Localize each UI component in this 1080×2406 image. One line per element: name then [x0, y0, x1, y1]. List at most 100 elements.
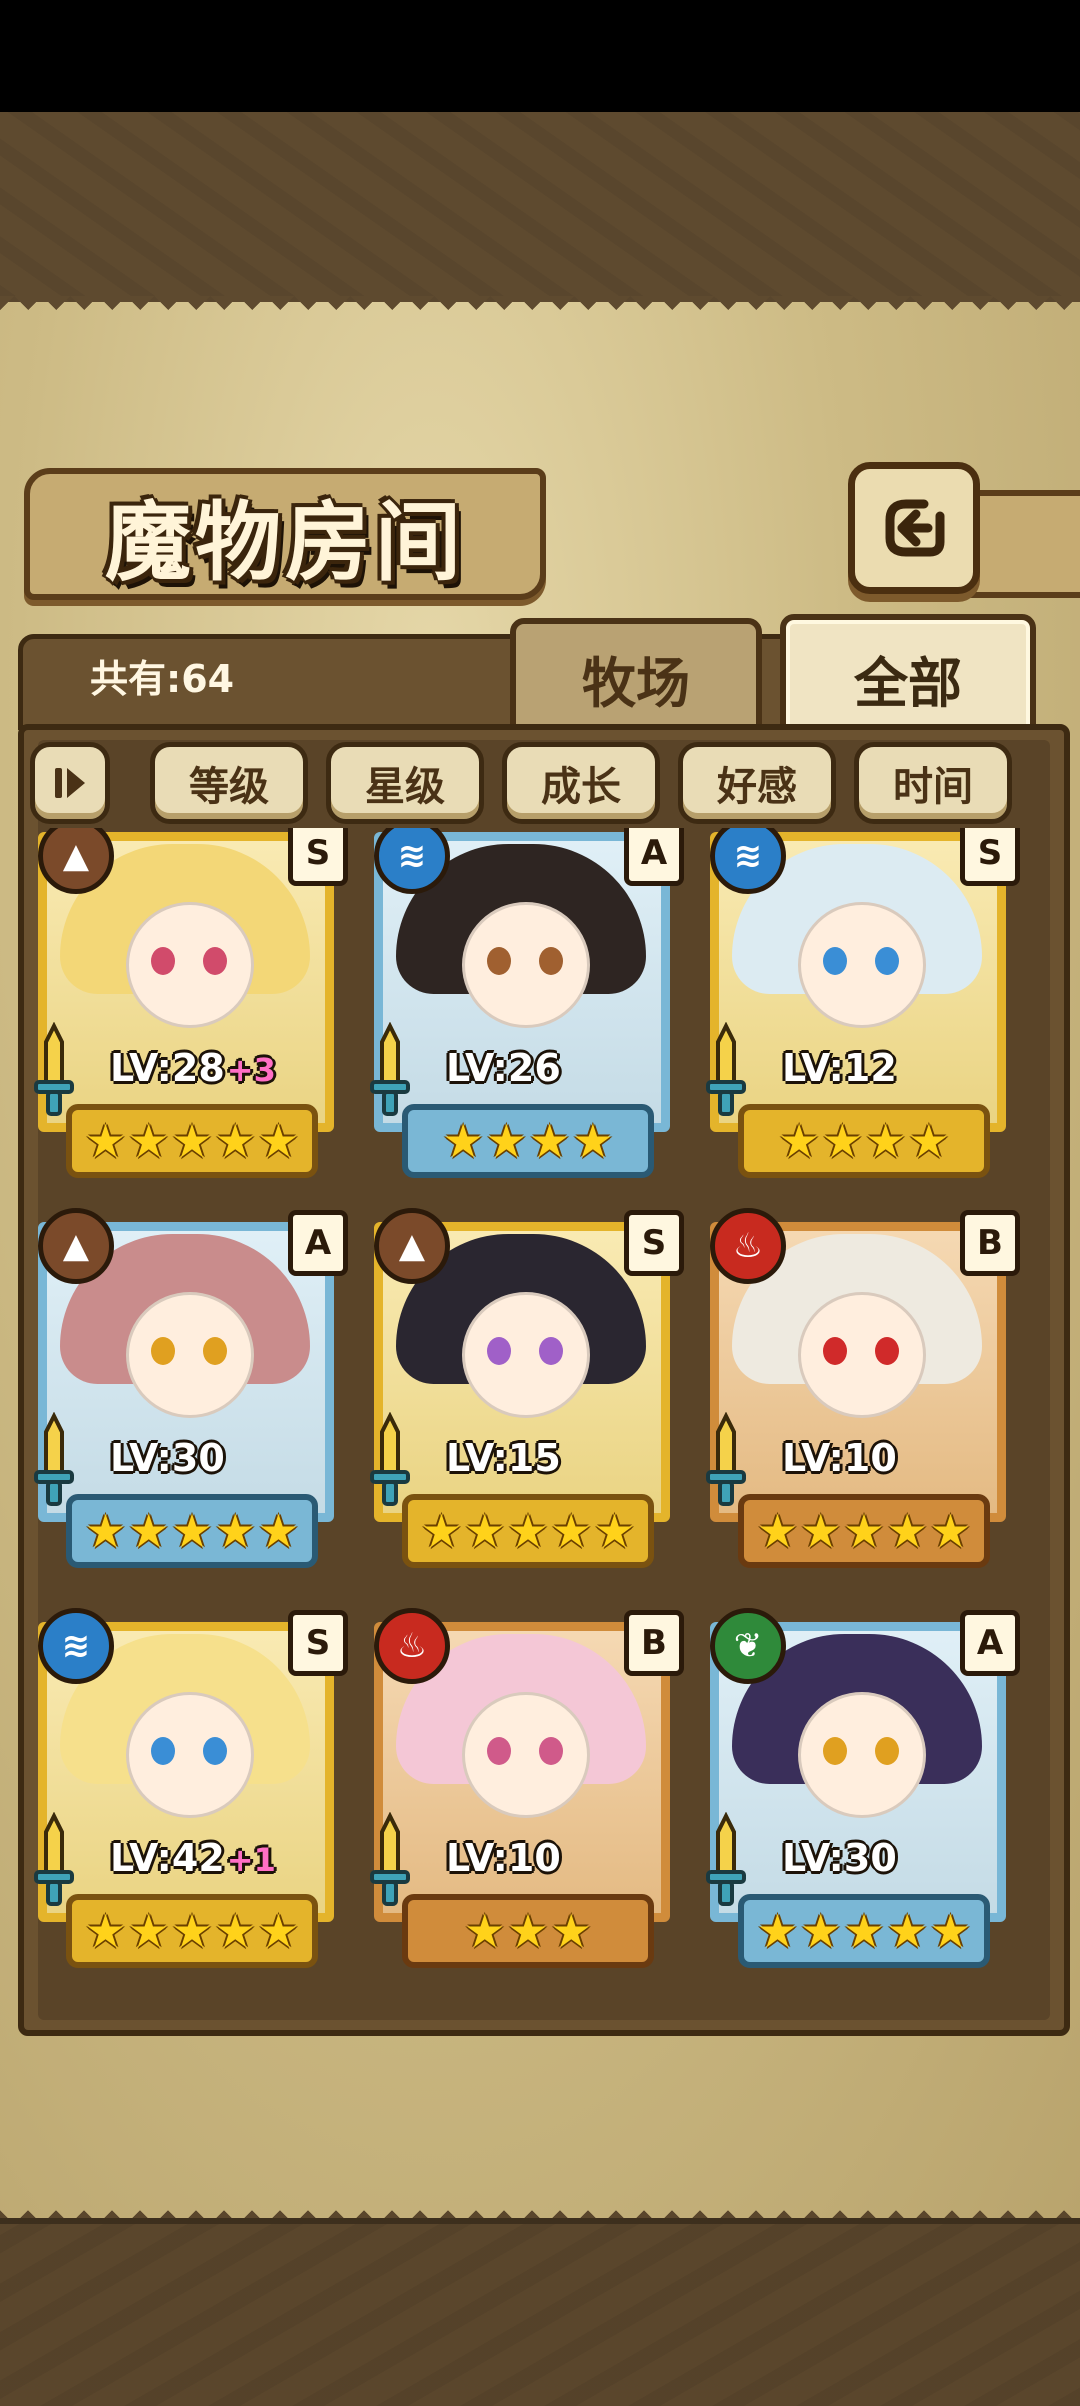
sort-level-button[interactable]: 等级	[150, 742, 308, 824]
level-label: LV:10	[782, 1436, 897, 1480]
tab-farm[interactable]: 牧场	[510, 618, 762, 738]
monster-eye	[203, 1337, 227, 1365]
sort-affection-button[interactable]: 好感	[678, 742, 836, 824]
earth-element-icon: ▲	[374, 1208, 450, 1284]
monster-card[interactable]: ▲ S LV:15 ★ ★ ★ ★ ★	[366, 1208, 686, 1574]
monster-eye	[151, 1737, 175, 1765]
level-label: LV:30	[782, 1836, 897, 1880]
back-button[interactable]	[848, 462, 980, 594]
monster-count: 共有:64	[90, 657, 235, 701]
star-icon: ★	[529, 1114, 571, 1168]
star-icon: ★	[171, 1114, 213, 1168]
star-rating: ★ ★ ★ ★ ★	[66, 1104, 318, 1178]
star-rating: ★ ★ ★	[402, 1894, 654, 1968]
star-icon: ★	[756, 1904, 799, 1958]
star-icon: ★	[550, 1504, 592, 1558]
star-icon: ★	[171, 1904, 213, 1958]
monster-eye	[203, 1737, 227, 1765]
star-icon: ★	[420, 1504, 463, 1558]
tab-bar: 共有:64 牧场 全部	[18, 614, 1062, 742]
star-icon: ★	[929, 1504, 972, 1558]
wood-element-icon: ❦	[710, 1608, 786, 1684]
level-label: LV:26	[446, 1046, 561, 1090]
monster-portrait	[462, 1292, 590, 1418]
monster-eye	[823, 947, 847, 975]
star-icon: ★	[442, 1114, 484, 1168]
rank-badge: A	[624, 828, 684, 886]
sort-star-button[interactable]: 星级	[326, 742, 484, 824]
monster-portrait	[126, 1692, 254, 1818]
level-value: LV:12	[782, 1046, 897, 1090]
sword-icon	[370, 1412, 410, 1506]
star-icon: ★	[257, 1504, 300, 1558]
sword-icon	[370, 1812, 410, 1906]
monster-eye	[203, 947, 227, 975]
star-icon: ★	[843, 1904, 885, 1958]
star-icon: ★	[843, 1504, 885, 1558]
level-value: LV:10	[446, 1836, 561, 1880]
monster-eye	[823, 1737, 847, 1765]
star-icon: ★	[214, 1114, 256, 1168]
level-label: LV:28+3	[110, 1046, 276, 1090]
water-element-icon: ≋	[38, 1608, 114, 1684]
star-icon: ★	[84, 1114, 127, 1168]
monster-portrait	[798, 902, 926, 1028]
sword-icon	[34, 1412, 74, 1506]
sort-growth-button[interactable]: 成长	[502, 742, 660, 824]
monster-eye	[539, 1737, 563, 1765]
monster-card[interactable]: ▲ S LV:28+3 ★ ★ ★ ★ ★	[30, 828, 350, 1184]
sword-icon	[34, 1812, 74, 1906]
sword-icon	[706, 1022, 746, 1116]
sword-icon	[706, 1412, 746, 1506]
star-icon: ★	[507, 1504, 549, 1558]
monster-eye	[487, 947, 511, 975]
star-rating: ★ ★ ★ ★ ★	[66, 1494, 318, 1568]
tab-all[interactable]: 全部	[780, 614, 1036, 742]
star-icon: ★	[778, 1114, 820, 1168]
title-plate: 魔物房间	[24, 468, 546, 600]
sword-icon	[370, 1022, 410, 1116]
star-icon: ★	[550, 1904, 592, 1958]
torn-edge-bottom	[0, 2196, 1080, 2220]
map-band-bottom	[0, 2218, 1080, 2406]
monster-card[interactable]: ❦ A LV:30 ★ ★ ★ ★ ★	[702, 1608, 1022, 1974]
star-icon: ★	[464, 1504, 506, 1558]
star-icon: ★	[800, 1504, 842, 1558]
star-icon: ★	[171, 1504, 213, 1558]
monster-card[interactable]: ▲ A LV:30 ★ ★ ★ ★ ★	[30, 1208, 350, 1574]
level-value: LV:30	[110, 1436, 225, 1480]
monster-eye	[875, 947, 899, 975]
rank-badge: S	[288, 828, 348, 886]
sort-direction-button[interactable]	[30, 742, 110, 824]
sort-time-button[interactable]: 时间	[854, 742, 1012, 824]
star-icon: ★	[257, 1114, 300, 1168]
monster-card[interactable]: ♨ B LV:10 ★ ★ ★ ★ ★	[702, 1208, 1022, 1574]
level-label: LV:42+1	[110, 1836, 276, 1880]
level-bonus: +3	[226, 1051, 276, 1089]
rank-badge: S	[960, 828, 1020, 886]
star-icon: ★	[756, 1504, 799, 1558]
level-value: LV:42	[110, 1836, 225, 1880]
star-icon: ★	[214, 1904, 256, 1958]
monster-portrait	[126, 902, 254, 1028]
monster-eye	[875, 1337, 899, 1365]
monster-card[interactable]: ≋ S LV:42+1 ★ ★ ★ ★ ★	[30, 1608, 350, 1974]
star-icon: ★	[84, 1504, 127, 1558]
star-icon: ★	[507, 1904, 549, 1958]
monster-eye	[487, 1337, 511, 1365]
monster-portrait	[798, 1692, 926, 1818]
rank-badge: A	[960, 1610, 1020, 1676]
star-icon: ★	[572, 1114, 614, 1168]
star-rating: ★ ★ ★ ★	[738, 1104, 990, 1178]
monster-eye	[539, 947, 563, 975]
rank-badge: S	[288, 1610, 348, 1676]
rank-badge: B	[624, 1610, 684, 1676]
monster-eye	[151, 947, 175, 975]
torn-edge-top	[0, 296, 1080, 318]
star-rating: ★ ★ ★ ★ ★	[738, 1894, 990, 1968]
star-icon: ★	[214, 1504, 256, 1558]
monster-card[interactable]: ≋ A LV:26 ★ ★ ★ ★	[366, 828, 686, 1184]
monster-card[interactable]: ≋ S LV:12 ★ ★ ★ ★	[702, 828, 1022, 1184]
monster-card[interactable]: ♨ B LV:10 ★ ★ ★	[366, 1608, 686, 1974]
sort-direction-icon	[55, 768, 85, 798]
